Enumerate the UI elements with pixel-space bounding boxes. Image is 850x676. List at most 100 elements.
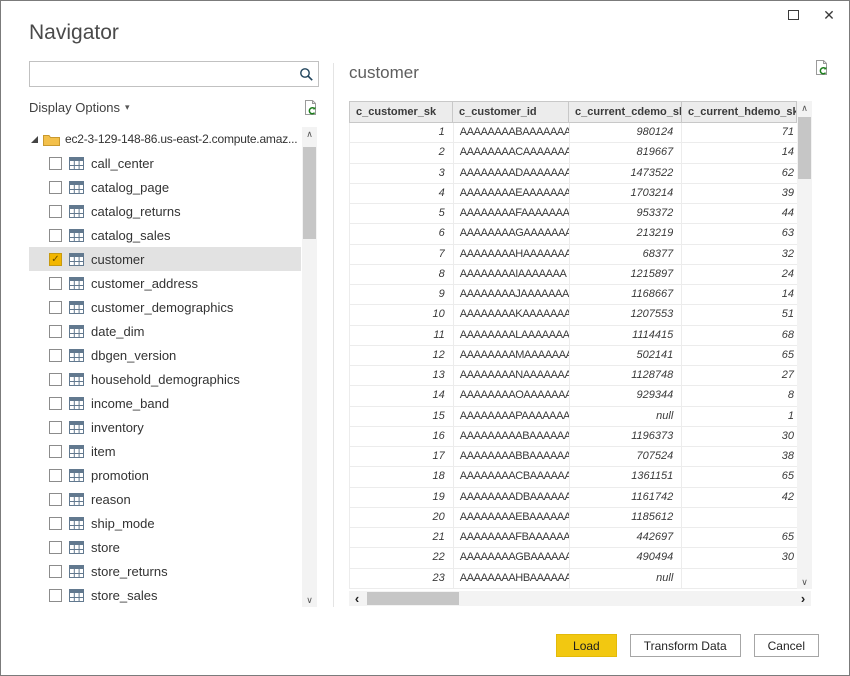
preview-vertical-scrollbar[interactable]: ∧ ∨ xyxy=(797,101,812,589)
checkbox-reason[interactable] xyxy=(49,493,62,506)
column-header-c_current_cdemo_sk[interactable]: c_current_cdemo_sk xyxy=(569,101,682,123)
table-row: 15AAAAAAAAPAAAAAAAnull1 xyxy=(350,407,797,427)
search-box xyxy=(29,61,319,87)
load-button[interactable]: Load xyxy=(556,634,617,657)
cell: 27 xyxy=(682,366,797,385)
table-icon xyxy=(69,349,84,362)
tree-item-store[interactable]: store xyxy=(29,535,301,559)
cell: AAAAAAAAFBAAAAAA xyxy=(454,528,570,547)
cell: 490494 xyxy=(570,548,683,567)
tree-item-store_sales[interactable]: store_sales xyxy=(29,583,301,607)
tree-item-call_center[interactable]: call_center xyxy=(29,151,301,175)
tree-item-label: customer xyxy=(91,252,144,267)
tree-item-customer_demographics[interactable]: customer_demographics xyxy=(29,295,301,319)
cell: 30 xyxy=(682,548,797,567)
checkbox-dbgen_version[interactable] xyxy=(49,349,62,362)
dialog-title: Navigator xyxy=(29,21,119,45)
cell: AAAAAAAACBAAAAAA xyxy=(454,467,570,486)
tree-item-promotion[interactable]: promotion xyxy=(29,463,301,487)
navigator-dialog: ✕ Navigator Display Options ▾ ec2-3-129-… xyxy=(0,0,850,676)
tree-item-customer_address[interactable]: customer_address xyxy=(29,271,301,295)
scroll-down-icon[interactable]: ∨ xyxy=(797,575,812,589)
scroll-down-icon[interactable]: ∨ xyxy=(302,593,317,607)
table-row: 21AAAAAAAAFBAAAAAA44269765 xyxy=(350,528,797,548)
table-row: 16AAAAAAAAABAAAAAA119637330 xyxy=(350,427,797,447)
checkbox-inventory[interactable] xyxy=(49,421,62,434)
checkbox-catalog_page[interactable] xyxy=(49,181,62,194)
tree-item-dbgen_version[interactable]: dbgen_version xyxy=(29,343,301,367)
tree-item-inventory[interactable]: inventory xyxy=(29,415,301,439)
scroll-left-icon[interactable]: ‹ xyxy=(349,591,365,606)
scroll-up-icon[interactable]: ∧ xyxy=(797,101,812,115)
tree-root[interactable]: ec2-3-129-148-86.us-east-2.compute.amaz.… xyxy=(29,127,301,151)
cell: 22 xyxy=(350,548,454,567)
cell: AAAAAAAAHAAAAAAA xyxy=(454,245,570,264)
cell: 13 xyxy=(350,366,454,385)
cell: 32 xyxy=(682,245,797,264)
refresh-icon[interactable] xyxy=(302,99,319,116)
search-input[interactable] xyxy=(30,63,294,85)
checkbox-store_sales[interactable] xyxy=(49,589,62,602)
checkbox-store_returns[interactable] xyxy=(49,565,62,578)
tree-item-household_demographics[interactable]: household_demographics xyxy=(29,367,301,391)
preview-scrollbar-thumb[interactable] xyxy=(798,117,811,179)
checkbox-ship_mode[interactable] xyxy=(49,517,62,530)
scroll-up-icon[interactable]: ∧ xyxy=(302,127,317,141)
tree-item-label: date_dim xyxy=(91,324,144,339)
search-icon[interactable] xyxy=(294,67,318,82)
checkbox-call_center[interactable] xyxy=(49,157,62,170)
preview-hscrollbar-thumb[interactable] xyxy=(367,592,459,605)
cell: 953372 xyxy=(570,204,683,223)
tree-item-item[interactable]: item xyxy=(29,439,301,463)
maximize-button[interactable] xyxy=(785,7,801,23)
cell: 20 xyxy=(350,508,454,527)
display-options-dropdown[interactable]: Display Options ▾ xyxy=(29,100,130,115)
checkbox-store[interactable] xyxy=(49,541,62,554)
tree-item-label: ship_mode xyxy=(91,516,155,531)
expand-arrow-icon[interactable] xyxy=(31,136,38,143)
tree-item-customer[interactable]: ✓ customer xyxy=(29,247,301,271)
column-header-c_customer_id[interactable]: c_customer_id xyxy=(453,101,569,123)
cell: AAAAAAAAPAAAAAAA xyxy=(454,407,570,426)
cell: 17 xyxy=(350,447,454,466)
refresh-preview-icon[interactable] xyxy=(813,59,830,76)
checkbox-date_dim[interactable] xyxy=(49,325,62,338)
checkbox-item[interactable] xyxy=(49,445,62,458)
display-options-label: Display Options xyxy=(29,100,120,115)
cell: 3 xyxy=(350,164,454,183)
tree-item-date_dim[interactable]: date_dim xyxy=(29,319,301,343)
tree-item-store_returns[interactable]: store_returns xyxy=(29,559,301,583)
close-button[interactable]: ✕ xyxy=(821,7,837,23)
checkbox-customer_demographics[interactable] xyxy=(49,301,62,314)
tree-item-income_band[interactable]: income_band xyxy=(29,391,301,415)
table-icon xyxy=(69,493,84,506)
column-header-c_current_hdemo_sk[interactable]: c_current_hdemo_sk xyxy=(682,101,797,123)
checkbox-catalog_returns[interactable] xyxy=(49,205,62,218)
cell: AAAAAAAANAAAAAAA xyxy=(454,366,570,385)
checkbox-customer[interactable]: ✓ xyxy=(49,253,62,266)
scroll-right-icon[interactable]: › xyxy=(795,591,811,606)
transform-data-button[interactable]: Transform Data xyxy=(630,634,741,657)
cell: 71 xyxy=(682,123,797,142)
cancel-button[interactable]: Cancel xyxy=(754,634,819,657)
tree-item-reason[interactable]: reason xyxy=(29,487,301,511)
checkbox-catalog_sales[interactable] xyxy=(49,229,62,242)
cell: 1196373 xyxy=(570,427,683,446)
checkbox-customer_address[interactable] xyxy=(49,277,62,290)
tree-scrollbar[interactable]: ∧ ∨ xyxy=(302,127,317,607)
tree-item-catalog_returns[interactable]: catalog_returns xyxy=(29,199,301,223)
checkbox-household_demographics[interactable] xyxy=(49,373,62,386)
checkbox-promotion[interactable] xyxy=(49,469,62,482)
table-icon xyxy=(69,445,84,458)
tree-scrollbar-thumb[interactable] xyxy=(303,147,316,239)
tree-item-catalog_page[interactable]: catalog_page xyxy=(29,175,301,199)
tree-item-catalog_sales[interactable]: catalog_sales xyxy=(29,223,301,247)
cell: AAAAAAAAMAAAAAAA xyxy=(454,346,570,365)
column-header-c_customer_sk[interactable]: c_customer_sk xyxy=(349,101,453,123)
cell: 502141 xyxy=(570,346,683,365)
preview-horizontal-scrollbar[interactable]: ‹ › xyxy=(349,591,811,606)
checkbox-income_band[interactable] xyxy=(49,397,62,410)
tree-item-ship_mode[interactable]: ship_mode xyxy=(29,511,301,535)
cell: 1473522 xyxy=(570,164,683,183)
table-icon xyxy=(69,229,84,242)
